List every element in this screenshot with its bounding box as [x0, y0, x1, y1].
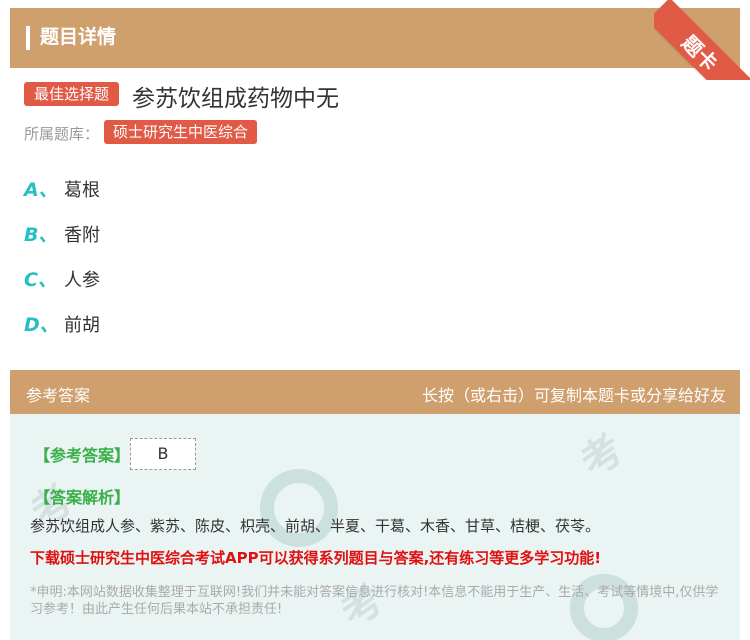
reference-answer-value: B: [130, 438, 196, 470]
analysis-label: 【答案解析】: [34, 488, 131, 507]
answer-section-title: 参考答案: [26, 386, 91, 405]
watermark-icon: 考: [572, 425, 632, 487]
app-download-promo[interactable]: 下载硕士研究生中医综合考试APP可以获得系列题目与答案,还有练习等更多学习功能!: [30, 547, 601, 568]
ribbon-label: 题卡: [676, 30, 723, 76]
answer-section-header: 参考答案 长按（或右击）可复制本题卡或分享给好友: [10, 370, 740, 414]
question-type-badge: 最佳选择题: [24, 82, 120, 106]
option-text: 人参: [64, 270, 100, 291]
answer-section-body: 考 考 考 【参考答案】 B 【答案解析】 参苏饮组成人参、紫苏、陈皮、枳壳、前…: [10, 414, 740, 640]
disclaimer-text: *申明:本网站数据收集整理于互联网!我们并未能对答案信息进行核对!本信息不能用于…: [30, 585, 719, 617]
question-text: 参苏饮组成药物中无: [132, 86, 339, 112]
reference-answer-label: 【参考答案】: [34, 446, 131, 465]
option-text: 香附: [64, 225, 100, 246]
question-bank-label: 所属题库：: [24, 125, 100, 143]
option-letter: A、: [24, 179, 58, 201]
option-letter: D、: [24, 314, 59, 336]
option-letter: C、: [24, 269, 57, 291]
option-text: 前胡: [64, 315, 100, 336]
option-text: 葛根: [64, 180, 100, 201]
page-header: 题目详情: [10, 8, 740, 68]
ribbon-band: 题卡: [654, 0, 750, 80]
share-hint: 长按（或右击）可复制本题卡或分享给好友: [421, 386, 726, 405]
option-letter: B、: [24, 224, 58, 246]
question-bank-tag[interactable]: 硕士研究生中医综合: [104, 120, 258, 144]
analysis-text: 参苏饮组成人参、紫苏、陈皮、枳壳、前胡、半夏、干葛、木香、甘草、桔梗、茯苓。: [30, 517, 601, 535]
page-title: 题目详情: [40, 26, 117, 48]
corner-ribbon: 题卡: [654, 0, 750, 80]
header-accent-bar: [26, 26, 30, 50]
